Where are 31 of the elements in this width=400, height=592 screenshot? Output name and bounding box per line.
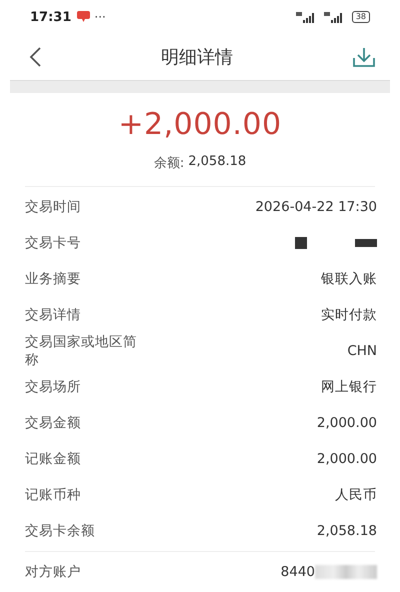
field-label: 交易卡余额 (25, 522, 96, 540)
field-label: 交易场所 (25, 378, 82, 396)
page-title: 明细详情 (160, 46, 234, 69)
back-icon[interactable] (28, 46, 42, 68)
field-label: 交易时间 (25, 198, 82, 216)
field-value: 实时付款 (321, 306, 377, 324)
balance-label: 余额: (154, 155, 184, 172)
field-value: 2026-04-22 17:30 (255, 199, 377, 215)
download-icon[interactable] (352, 46, 376, 68)
field-label: 交易国家或地区简称 (25, 333, 137, 369)
field-value: 2,000.00 (316, 451, 377, 467)
field-label: 交易卡号 (25, 234, 82, 252)
field-label: 记账金额 (25, 450, 82, 468)
balance-value: 2,058.18 (188, 154, 246, 171)
battery-level: 38 (352, 11, 370, 23)
field-label: 交易金额 (25, 414, 82, 432)
field-value: CHN (347, 343, 377, 359)
field-value: 8440 (280, 564, 315, 580)
field-value: 2,000.00 (316, 415, 377, 431)
status-time: 17:31 (30, 10, 72, 24)
amount: +2,000.00 (118, 107, 282, 142)
field-label: 业务摘要 (25, 270, 82, 288)
field-value: 银联入账 (321, 270, 377, 288)
field-value: 网上银行 (321, 378, 377, 396)
field-label: 记账币种 (25, 486, 82, 504)
notification-icon (77, 11, 90, 23)
more-notifications: ··· (94, 10, 106, 24)
field-value: 人民币 (335, 486, 377, 504)
field-label: 交易详情 (25, 306, 82, 324)
field-value: 2,058.18 (316, 523, 377, 539)
field-label: 对方账户 (25, 563, 82, 581)
